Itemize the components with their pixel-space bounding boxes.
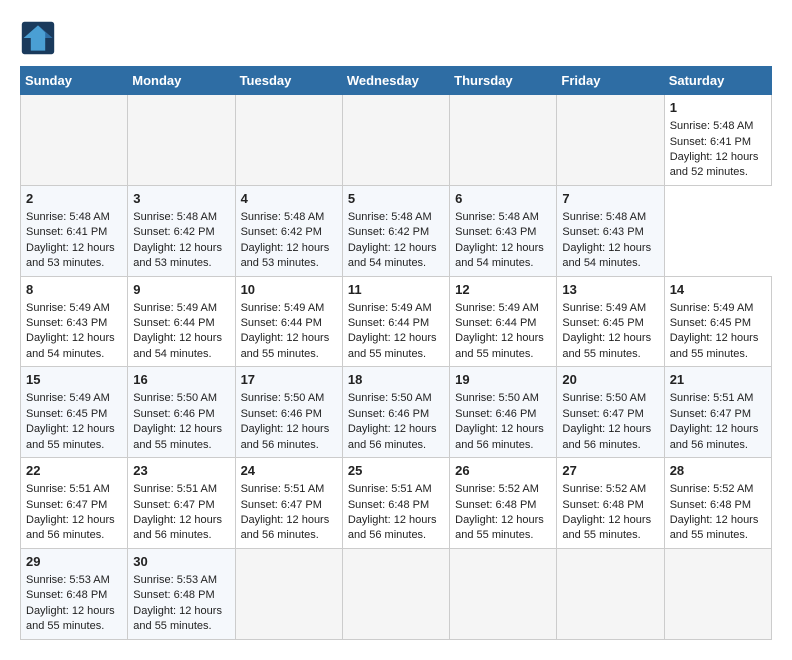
day-number: 27 [562,462,658,480]
day-number: 21 [670,371,766,389]
day-number: 1 [670,99,766,117]
week-row-4: 22Sunrise: 5:51 AMSunset: 6:47 PMDayligh… [21,458,772,549]
calendar-cell-19: 19Sunrise: 5:50 AMSunset: 6:46 PMDayligh… [450,367,557,458]
week-row-5: 29Sunrise: 5:53 AMSunset: 6:48 PMDayligh… [21,548,772,639]
calendar-cell-14: 14Sunrise: 5:49 AMSunset: 6:45 PMDayligh… [664,276,771,367]
empty-cell [664,548,771,639]
day-number: 26 [455,462,551,480]
calendar-cell-21: 21Sunrise: 5:51 AMSunset: 6:47 PMDayligh… [664,367,771,458]
calendar-cell-18: 18Sunrise: 5:50 AMSunset: 6:46 PMDayligh… [342,367,449,458]
week-row-1: 2Sunrise: 5:48 AMSunset: 6:41 PMDaylight… [21,185,772,276]
empty-cell [128,95,235,186]
header [20,20,772,56]
day-number: 20 [562,371,658,389]
col-header-sunday: Sunday [21,67,128,95]
calendar-cell-12: 12Sunrise: 5:49 AMSunset: 6:44 PMDayligh… [450,276,557,367]
day-number: 28 [670,462,766,480]
calendar-table: SundayMondayTuesdayWednesdayThursdayFrid… [20,66,772,640]
week-row-2: 8Sunrise: 5:49 AMSunset: 6:43 PMDaylight… [21,276,772,367]
day-number: 4 [241,190,337,208]
calendar-cell-22: 22Sunrise: 5:51 AMSunset: 6:47 PMDayligh… [21,458,128,549]
empty-cell [557,95,664,186]
col-header-tuesday: Tuesday [235,67,342,95]
day-number: 13 [562,281,658,299]
calendar-cell-13: 13Sunrise: 5:49 AMSunset: 6:45 PMDayligh… [557,276,664,367]
empty-cell [21,95,128,186]
day-number: 18 [348,371,444,389]
calendar-cell-24: 24Sunrise: 5:51 AMSunset: 6:47 PMDayligh… [235,458,342,549]
day-number: 17 [241,371,337,389]
calendar-cell-17: 17Sunrise: 5:50 AMSunset: 6:46 PMDayligh… [235,367,342,458]
calendar-cell-10: 10Sunrise: 5:49 AMSunset: 6:44 PMDayligh… [235,276,342,367]
day-number: 3 [133,190,229,208]
calendar-cell-15: 15Sunrise: 5:49 AMSunset: 6:45 PMDayligh… [21,367,128,458]
day-number: 5 [348,190,444,208]
day-number: 29 [26,553,122,571]
calendar-cell-26: 26Sunrise: 5:52 AMSunset: 6:48 PMDayligh… [450,458,557,549]
col-header-friday: Friday [557,67,664,95]
week-row-0: 1Sunrise: 5:48 AMSunset: 6:41 PMDaylight… [21,95,772,186]
day-number: 23 [133,462,229,480]
calendar-cell-30: 30Sunrise: 5:53 AMSunset: 6:48 PMDayligh… [128,548,235,639]
calendar-cell-16: 16Sunrise: 5:50 AMSunset: 6:46 PMDayligh… [128,367,235,458]
calendar-cell-8: 8Sunrise: 5:49 AMSunset: 6:43 PMDaylight… [21,276,128,367]
day-number: 2 [26,190,122,208]
logo [20,20,60,56]
empty-cell [342,548,449,639]
day-number: 25 [348,462,444,480]
calendar-cell-3: 3Sunrise: 5:48 AMSunset: 6:42 PMDaylight… [128,185,235,276]
empty-cell [450,95,557,186]
day-number: 19 [455,371,551,389]
empty-cell [342,95,449,186]
week-row-3: 15Sunrise: 5:49 AMSunset: 6:45 PMDayligh… [21,367,772,458]
day-number: 6 [455,190,551,208]
day-number: 22 [26,462,122,480]
col-header-wednesday: Wednesday [342,67,449,95]
empty-cell [235,548,342,639]
empty-cell [557,548,664,639]
calendar-cell-27: 27Sunrise: 5:52 AMSunset: 6:48 PMDayligh… [557,458,664,549]
calendar-cell-29: 29Sunrise: 5:53 AMSunset: 6:48 PMDayligh… [21,548,128,639]
day-number: 10 [241,281,337,299]
calendar-cell-23: 23Sunrise: 5:51 AMSunset: 6:47 PMDayligh… [128,458,235,549]
day-number: 24 [241,462,337,480]
calendar-cell-7: 7Sunrise: 5:48 AMSunset: 6:43 PMDaylight… [557,185,664,276]
calendar-cell-2: 2Sunrise: 5:48 AMSunset: 6:41 PMDaylight… [21,185,128,276]
calendar-cell-11: 11Sunrise: 5:49 AMSunset: 6:44 PMDayligh… [342,276,449,367]
empty-cell [235,95,342,186]
day-number: 30 [133,553,229,571]
empty-cell [450,548,557,639]
header-row: SundayMondayTuesdayWednesdayThursdayFrid… [21,67,772,95]
calendar-cell-25: 25Sunrise: 5:51 AMSunset: 6:48 PMDayligh… [342,458,449,549]
calendar-cell-9: 9Sunrise: 5:49 AMSunset: 6:44 PMDaylight… [128,276,235,367]
logo-icon [20,20,56,56]
day-number: 11 [348,281,444,299]
day-number: 15 [26,371,122,389]
calendar-cell-5: 5Sunrise: 5:48 AMSunset: 6:42 PMDaylight… [342,185,449,276]
calendar-cell-4: 4Sunrise: 5:48 AMSunset: 6:42 PMDaylight… [235,185,342,276]
col-header-monday: Monday [128,67,235,95]
day-number: 7 [562,190,658,208]
col-header-saturday: Saturday [664,67,771,95]
day-number: 9 [133,281,229,299]
calendar-cell-6: 6Sunrise: 5:48 AMSunset: 6:43 PMDaylight… [450,185,557,276]
col-header-thursday: Thursday [450,67,557,95]
day-number: 16 [133,371,229,389]
day-number: 14 [670,281,766,299]
calendar-cell-20: 20Sunrise: 5:50 AMSunset: 6:47 PMDayligh… [557,367,664,458]
day-number: 8 [26,281,122,299]
calendar-cell-28: 28Sunrise: 5:52 AMSunset: 6:48 PMDayligh… [664,458,771,549]
calendar-cell-1: 1Sunrise: 5:48 AMSunset: 6:41 PMDaylight… [664,95,771,186]
day-number: 12 [455,281,551,299]
